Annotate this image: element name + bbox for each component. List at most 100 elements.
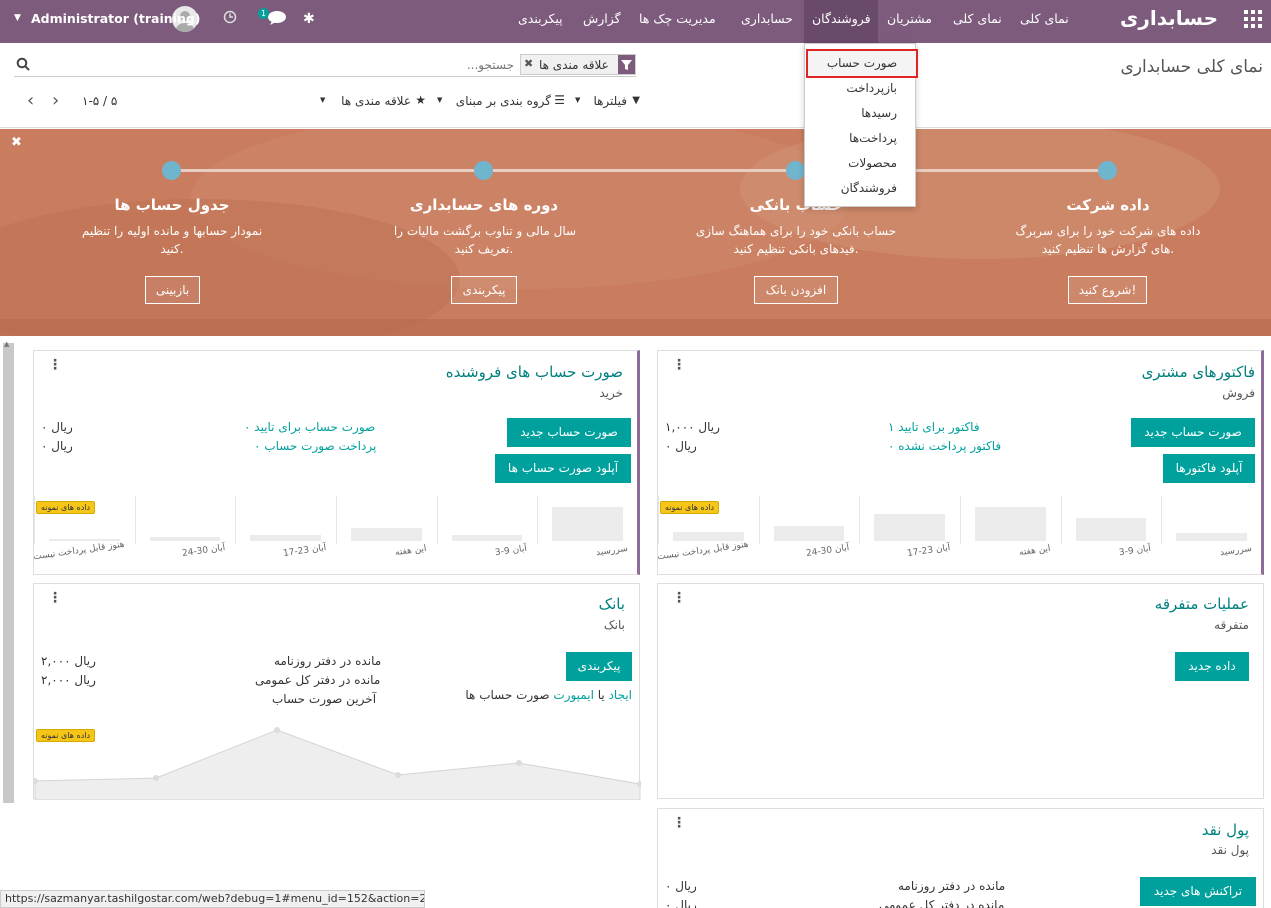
progress-line	[172, 169, 1108, 172]
step-chart-button[interactable]: بازبینی	[145, 276, 200, 304]
dropdown-item-refunds[interactable]: بازپرداخت	[846, 81, 897, 95]
menu-configuration[interactable]: پیکربندی	[518, 0, 578, 43]
step-company-button[interactable]: شروع کنید!	[1068, 276, 1147, 304]
card-title[interactable]: فاکتورهای مشتری	[1142, 363, 1255, 381]
search-bar: ✖ علاقه مندی ها	[14, 53, 636, 77]
card-title[interactable]: بانک	[599, 595, 625, 613]
dropdown-item-vendors[interactable]: فروشندگان	[841, 181, 897, 195]
facet-favorites[interactable]: ✖ علاقه مندی ها	[520, 54, 636, 75]
menu-accounting[interactable]: حسابداری	[741, 0, 797, 43]
journal-balance-label: مانده در دفتر روزنامه	[898, 879, 1006, 893]
dropdown-item-products[interactable]: محصولات	[848, 156, 897, 170]
step-bank-button[interactable]: افزودن بانک	[754, 276, 838, 304]
bills-to-validate-link[interactable]: ۰ صورت حساب برای تایید	[244, 420, 375, 434]
apps-grid-icon[interactable]	[1244, 10, 1262, 28]
card-subtitle: متفرقه	[1214, 618, 1249, 632]
chart-bar[interactable]	[250, 535, 321, 541]
journal-balance-amount: ۰ ریال	[665, 879, 697, 893]
card-title[interactable]: پول نقد	[1202, 821, 1249, 839]
sample-data-tag: داده های نمونه	[36, 501, 96, 514]
bill-payments-link[interactable]: ۰ پرداخت صورت حساب	[254, 439, 376, 453]
chart-bar[interactable]	[673, 531, 744, 541]
chart-bar[interactable]	[1075, 518, 1147, 541]
menu-overview[interactable]: نمای کلی	[1020, 0, 1070, 43]
menu-customers[interactable]: مشتریان	[887, 0, 937, 43]
sample-data-tag: داده های نمونه	[36, 729, 96, 742]
chat-icon[interactable]	[266, 9, 288, 25]
app-brand: حسابداری	[1120, 6, 1219, 30]
star-icon: ★	[415, 93, 426, 107]
card-menu-icon[interactable]: ⋮	[672, 590, 686, 606]
chart-point	[395, 772, 401, 778]
card-title[interactable]: صورت حساب های فروشنده	[446, 363, 623, 381]
menu-check-management[interactable]: مدیریت چک ها	[639, 0, 729, 43]
card-menu-icon[interactable]: ⋮	[48, 357, 62, 373]
step-periods-button[interactable]: پیکربندی	[451, 276, 517, 304]
step-bank-desc-1: حساب بانکی خود را برای هماهنگ سازی	[695, 224, 897, 238]
upload-invoices-button[interactable]: آپلود فاکتورها	[1163, 454, 1255, 483]
scrollbar[interactable]	[3, 343, 14, 803]
chart-bar[interactable]	[552, 506, 623, 541]
create-link[interactable]: ایجاد	[609, 688, 632, 702]
chart-x-label: 3-9 آبان	[494, 543, 528, 559]
facet-remove-icon[interactable]: ✖	[524, 57, 533, 70]
chart-gridline	[960, 496, 961, 544]
chart-x-label: این هفته	[394, 543, 428, 559]
chart-bar[interactable]	[773, 525, 845, 541]
chart-bar[interactable]	[975, 506, 1046, 541]
search-input[interactable]	[314, 55, 514, 75]
dropdown-item-bills[interactable]: صورت حساب	[806, 49, 918, 78]
new-bill-button[interactable]: صورت حساب جدید	[507, 418, 631, 447]
card-menu-icon[interactable]: ⋮	[48, 590, 62, 606]
bank-balance-chart	[32, 718, 643, 801]
configure-bank-button[interactable]: پیکربندی	[566, 652, 632, 681]
sample-data-tag: داده های نمونه	[660, 501, 720, 514]
card-menu-icon[interactable]: ⋮	[672, 815, 686, 831]
unpaid-invoices-link[interactable]: ۰ فاکتور پرداخت نشده	[888, 439, 1001, 453]
groupby-button[interactable]: ☰ گروه بندی بر مبنای ▼	[437, 93, 565, 112]
new-transactions-button[interactable]: تراکنش های جدید	[1140, 877, 1256, 906]
step-periods-desc-1: سال مالی و تناوب برگشت مالیات را	[393, 224, 577, 238]
chart-bar[interactable]	[1176, 533, 1247, 541]
import-link[interactable]: ایمپورت	[553, 688, 594, 702]
chart-gridline	[336, 496, 337, 544]
filters-button[interactable]: ▼ فیلترها ▼	[575, 94, 641, 112]
chart-point	[516, 760, 522, 766]
card-title[interactable]: عملیات متفرقه	[1155, 595, 1249, 613]
new-entry-button[interactable]: داده جدید	[1175, 652, 1249, 681]
menu-vendors[interactable]: فروشندگان	[804, 0, 878, 43]
ledger-balance-label: مانده در دفتر کل عمومی	[255, 673, 381, 687]
dropdown-item-payments[interactable]: پرداخت‌ها	[849, 131, 897, 145]
chart-bar[interactable]	[874, 514, 945, 541]
chart-bar[interactable]	[351, 527, 422, 541]
bank-card: ⋮ بانک بانک پیکربندی ایجاد یا ایمپورت صو…	[32, 583, 643, 801]
bill-payments-amount: ۰ ریال	[41, 439, 73, 453]
chevron-down-icon[interactable]: ▼	[14, 13, 21, 23]
chart-bar[interactable]	[149, 537, 221, 541]
dropdown-item-receipts[interactable]: رسیدها	[861, 106, 897, 120]
user-menu[interactable]: Administrator (training)	[31, 11, 201, 26]
clock-icon[interactable]	[223, 10, 237, 24]
import-line: ایجاد یا ایمپورت صورت حساب ها	[465, 688, 632, 702]
pager-next-icon[interactable]: ›	[52, 90, 59, 111]
bug-icon[interactable]: ✱	[303, 11, 315, 27]
invoices-to-validate-link[interactable]: ۱ فاکتور برای تایید	[888, 420, 980, 434]
scroll-up-icon[interactable]: ▲	[4, 340, 9, 348]
favorites-button[interactable]: ★ علاقه مندی ها ▼	[320, 93, 426, 112]
menu-overview-2[interactable]: نمای کلی	[953, 0, 1008, 43]
search-icon[interactable]	[16, 57, 30, 71]
chart-x-label: 3-9 آبان	[1118, 543, 1152, 559]
card-subtitle: خرید	[599, 386, 623, 400]
chart-bar[interactable]	[451, 535, 523, 541]
menu-report[interactable]: گزارش	[583, 0, 623, 43]
new-invoice-button[interactable]: صورت حساب جدید	[1131, 418, 1255, 447]
chart-gridline	[1060, 496, 1062, 544]
page-title: نمای کلی حسابداری	[1120, 57, 1264, 77]
card-menu-icon[interactable]: ⋮	[672, 357, 686, 373]
journal-balance-label: مانده در دفتر روزنامه	[274, 654, 382, 668]
pager-prev-icon[interactable]: ‹	[27, 90, 34, 111]
upload-bills-button[interactable]: آپلود صورت حساب ها	[495, 454, 631, 483]
area-chart-svg	[32, 727, 643, 801]
pager-value[interactable]: ۱-۵ / ۵	[82, 94, 117, 108]
close-banner-icon[interactable]: ✖	[11, 135, 22, 150]
